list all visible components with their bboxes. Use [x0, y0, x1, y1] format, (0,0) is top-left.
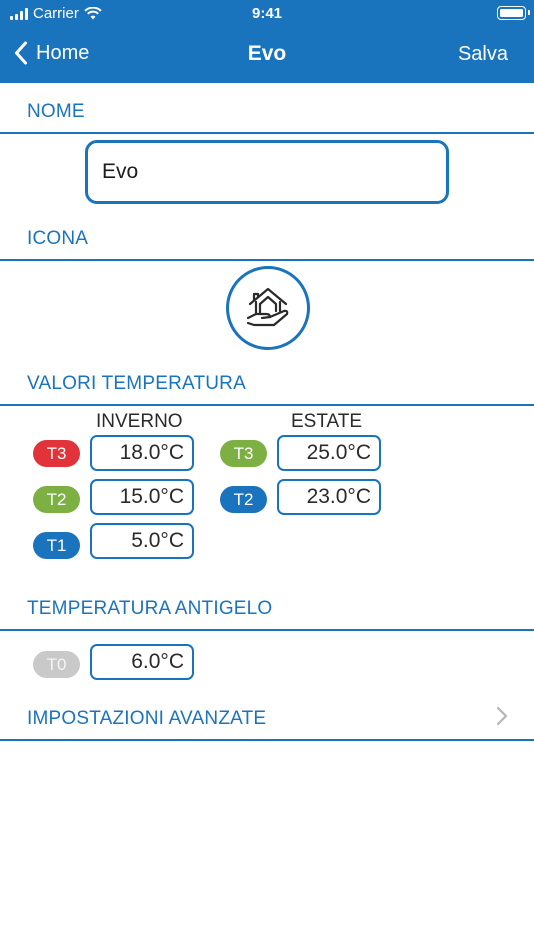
summer-t2-value[interactable]: 23.0°C — [277, 479, 381, 515]
divider — [0, 739, 534, 741]
temperature-section-title: VALORI TEMPERATURA — [27, 373, 246, 394]
icon-picker-button[interactable] — [226, 266, 310, 350]
winter-t3-value[interactable]: 18.0°C — [90, 435, 194, 471]
icon-section-header: ICONA — [0, 210, 534, 262]
antifreeze-section-title: TEMPERATURA ANTIGELO — [27, 598, 273, 619]
summer-t3-tag: T3 — [220, 440, 267, 467]
status-time: 9:41 — [251, 5, 283, 22]
antifreeze-t0-tag: T0 — [33, 651, 80, 678]
winter-t2-value[interactable]: 15.0°C — [90, 479, 194, 515]
winter-t2-tag: T2 — [33, 486, 80, 513]
divider — [0, 404, 534, 406]
temperature-section-header: VALORI TEMPERATURA — [0, 355, 534, 407]
winter-t1-tag: T1 — [33, 532, 80, 559]
name-section-title: NOME — [27, 101, 85, 122]
advanced-settings-label: IMPOSTAZIONI AVANZATE — [27, 708, 267, 729]
icon-section-title: ICONA — [27, 228, 89, 249]
top-bar: Carrier 9:41 Home Evo Salva — [0, 0, 534, 83]
antifreeze-section-header: TEMPERATURA ANTIGELO — [0, 582, 534, 634]
divider — [0, 259, 534, 261]
divider — [0, 629, 534, 631]
back-button[interactable]: Home — [14, 41, 89, 65]
summer-heading: ESTATE — [291, 411, 363, 432]
advanced-settings-row[interactable]: IMPOSTAZIONI AVANZATE — [0, 692, 534, 742]
antifreeze-t0-value[interactable]: 6.0°C — [90, 644, 194, 680]
save-button[interactable]: Salva — [458, 43, 508, 66]
chevron-left-icon — [15, 41, 27, 65]
navigation-bar: Home Evo Salva — [0, 28, 534, 83]
house-hand-icon — [246, 287, 289, 327]
battery-icon — [497, 6, 530, 20]
summer-t3-value[interactable]: 25.0°C — [277, 435, 381, 471]
name-input[interactable]: Evo — [85, 140, 449, 204]
back-label: Home — [36, 41, 90, 64]
winter-t3-tag: T3 — [33, 440, 80, 467]
winter-heading: INVERNO — [96, 411, 183, 432]
divider — [0, 132, 534, 134]
name-section-header: NOME — [0, 83, 534, 134]
chevron-right-icon — [496, 706, 508, 726]
summer-t2-tag: T2 — [220, 486, 267, 513]
winter-t1-value[interactable]: 5.0°C — [90, 523, 194, 559]
status-bar: Carrier 9:41 — [0, 0, 534, 28]
